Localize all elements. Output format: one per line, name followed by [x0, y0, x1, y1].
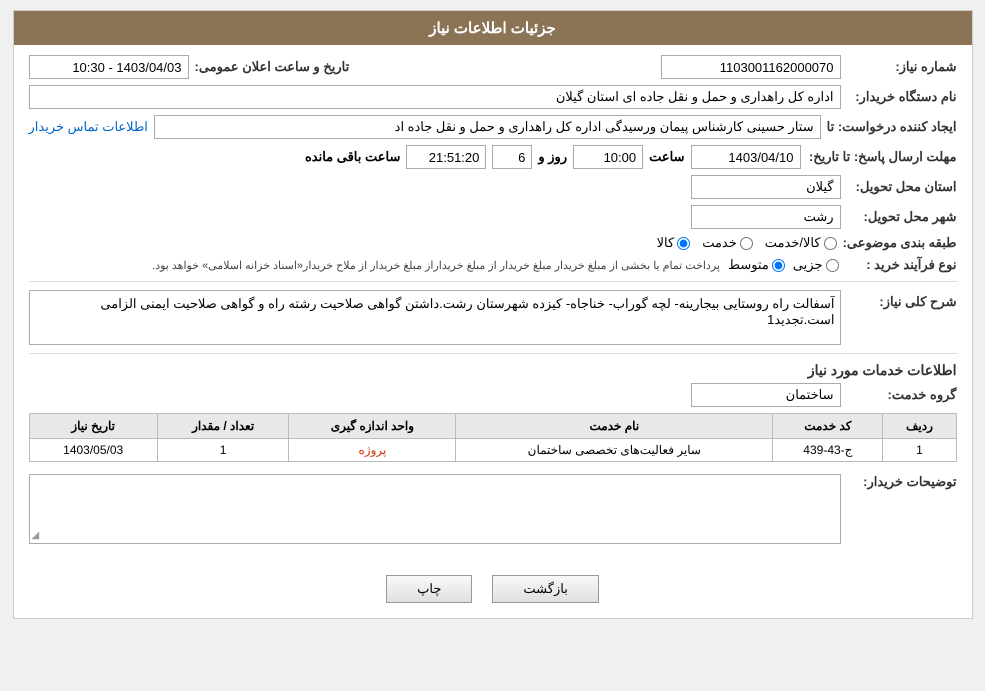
category-radio-khadamat[interactable] — [740, 237, 753, 250]
col-header-date: تاریخ نیاز — [29, 414, 157, 439]
service-group-label: گروه خدمت: — [847, 387, 957, 403]
send-date-input[interactable] — [691, 145, 801, 169]
send-remaining-input[interactable] — [406, 145, 486, 169]
city-label: شهر محل تحویل: — [847, 209, 957, 225]
table-row: 1 ج-43-439 سایر فعالیت‌های تخصصی ساختمان… — [29, 439, 956, 462]
announce-date-input[interactable] — [29, 55, 189, 79]
creator-input[interactable] — [154, 115, 821, 139]
process-radio-jozi[interactable] — [826, 259, 839, 272]
row-service-group: گروه خدمت: — [29, 383, 957, 407]
process-label: نوع فرآیند خرید : — [847, 257, 957, 273]
send-time-input[interactable] — [573, 145, 643, 169]
announce-date-label: تاریخ و ساعت اعلان عمومی: — [195, 59, 350, 75]
process-radio-motavasset[interactable] — [772, 259, 785, 272]
cell-name: سایر فعالیت‌های تخصصی ساختمان — [456, 439, 773, 462]
buyer-desc-container: ◢ — [29, 474, 841, 544]
page-title: جزئیات اطلاعات نیاز — [429, 20, 556, 37]
row-process: نوع فرآیند خرید : جزیی متوسط پرداخت تمام… — [29, 257, 957, 273]
services-title: اطلاعات خدمات مورد نیاز — [29, 362, 957, 379]
row-province: استان محل تحویل: — [29, 175, 957, 199]
cell-code: ج-43-439 — [773, 439, 883, 462]
col-header-code: کد خدمت — [773, 414, 883, 439]
cell-date: 1403/05/03 — [29, 439, 157, 462]
col-header-qty: تعداد / مقدار — [157, 414, 289, 439]
province-label: استان محل تحویل: — [847, 179, 957, 195]
divider-1 — [29, 281, 957, 282]
row-need-number: شماره نیاز: تاریخ و ساعت اعلان عمومی: — [29, 55, 957, 79]
row-category: طبقه بندی موضوعی: کالا/خدمت خدمت کالا — [29, 235, 957, 251]
table-header-row: ردیف کد خدمت نام خدمت واحد اندازه گیری ت… — [29, 414, 956, 439]
service-group-input[interactable] — [691, 383, 841, 407]
row-city: شهر محل تحویل: — [29, 205, 957, 229]
col-header-unit: واحد اندازه گیری — [289, 414, 456, 439]
category-option-kala[interactable]: کالا — [657, 235, 691, 251]
buyer-desc-label: توضیحات خریدار: — [847, 470, 957, 490]
send-days-label: روز و — [538, 149, 567, 165]
need-desc-label: شرح کلی نیاز: — [847, 290, 957, 310]
process-option-motavasset[interactable]: متوسط — [728, 257, 785, 273]
divider-2 — [29, 353, 957, 354]
category-radio-group: کالا/خدمت خدمت کالا — [657, 235, 837, 251]
footer-buttons: بازگشت چاپ — [14, 560, 972, 618]
category-option-khadamat[interactable]: خدمت — [702, 235, 753, 251]
need-number-label: شماره نیاز: — [847, 59, 957, 75]
page-header: جزئیات اطلاعات نیاز — [14, 11, 972, 45]
city-input[interactable] — [691, 205, 841, 229]
need-desc-textarea[interactable]: آسفالت راه روستایی بیجارینه- لچه گوراب- … — [29, 290, 841, 345]
process-label-jozi: جزیی — [793, 257, 823, 273]
row-creator: ایجاد کننده درخواست: تا اطلاعات تماس خری… — [29, 115, 957, 139]
send-remaining-label: ساعت باقی مانده — [305, 149, 400, 165]
category-label-kala: کالا — [657, 235, 675, 251]
cell-row-number: 1 — [883, 439, 956, 462]
process-label-motavasset: متوسط — [728, 257, 769, 273]
category-radio-kala[interactable] — [677, 237, 690, 250]
row-buyer-desc: توضیحات خریدار: ◢ — [29, 470, 957, 544]
row-send-date: مهلت ارسال پاسخ: تا تاریخ: ساعت روز و سا… — [29, 145, 957, 169]
category-option-kala-khadamat[interactable]: کالا/خدمت — [765, 235, 837, 251]
cell-qty: 1 — [157, 439, 289, 462]
category-label: طبقه بندی موضوعی: — [843, 235, 957, 251]
category-label-kala-khadamat: کالا/خدمت — [765, 235, 821, 251]
province-input[interactable] — [691, 175, 841, 199]
page-container: جزئیات اطلاعات نیاز شماره نیاز: تاریخ و … — [13, 10, 973, 619]
buyer-org-label: نام دستگاه خریدار: — [847, 89, 957, 105]
process-description: پرداخت تمام یا بخشی از مبلغ خریدار مبلغ … — [152, 259, 720, 272]
creator-label: ایجاد کننده درخواست: تا — [827, 119, 957, 135]
print-button[interactable]: چاپ — [386, 575, 472, 603]
category-radio-kala-khadamat[interactable] — [824, 237, 837, 250]
col-header-row: ردیف — [883, 414, 956, 439]
services-table: ردیف کد خدمت نام خدمت واحد اندازه گیری ت… — [29, 413, 957, 462]
content-area: شماره نیاز: تاریخ و ساعت اعلان عمومی: نا… — [14, 45, 972, 560]
back-button[interactable]: بازگشت — [492, 575, 598, 603]
category-label-khadamat: خدمت — [702, 235, 737, 251]
send-time-label: ساعت — [649, 149, 684, 165]
send-days-input[interactable] — [492, 145, 532, 169]
send-date-label: مهلت ارسال پاسخ: تا تاریخ: — [807, 149, 957, 165]
need-number-input[interactable] — [661, 55, 841, 79]
resize-icon: ◢ — [32, 530, 40, 541]
process-option-jozi[interactable]: جزیی — [793, 257, 839, 273]
cell-unit[interactable]: پروژه — [289, 439, 456, 462]
row-need-desc: شرح کلی نیاز: آسفالت راه روستایی بیجارین… — [29, 290, 957, 345]
creator-contact-link[interactable]: اطلاعات تماس خریدار — [29, 119, 148, 135]
row-buyer-org: نام دستگاه خریدار: — [29, 85, 957, 109]
buyer-org-input[interactable] — [29, 85, 841, 109]
col-header-name: نام خدمت — [456, 414, 773, 439]
